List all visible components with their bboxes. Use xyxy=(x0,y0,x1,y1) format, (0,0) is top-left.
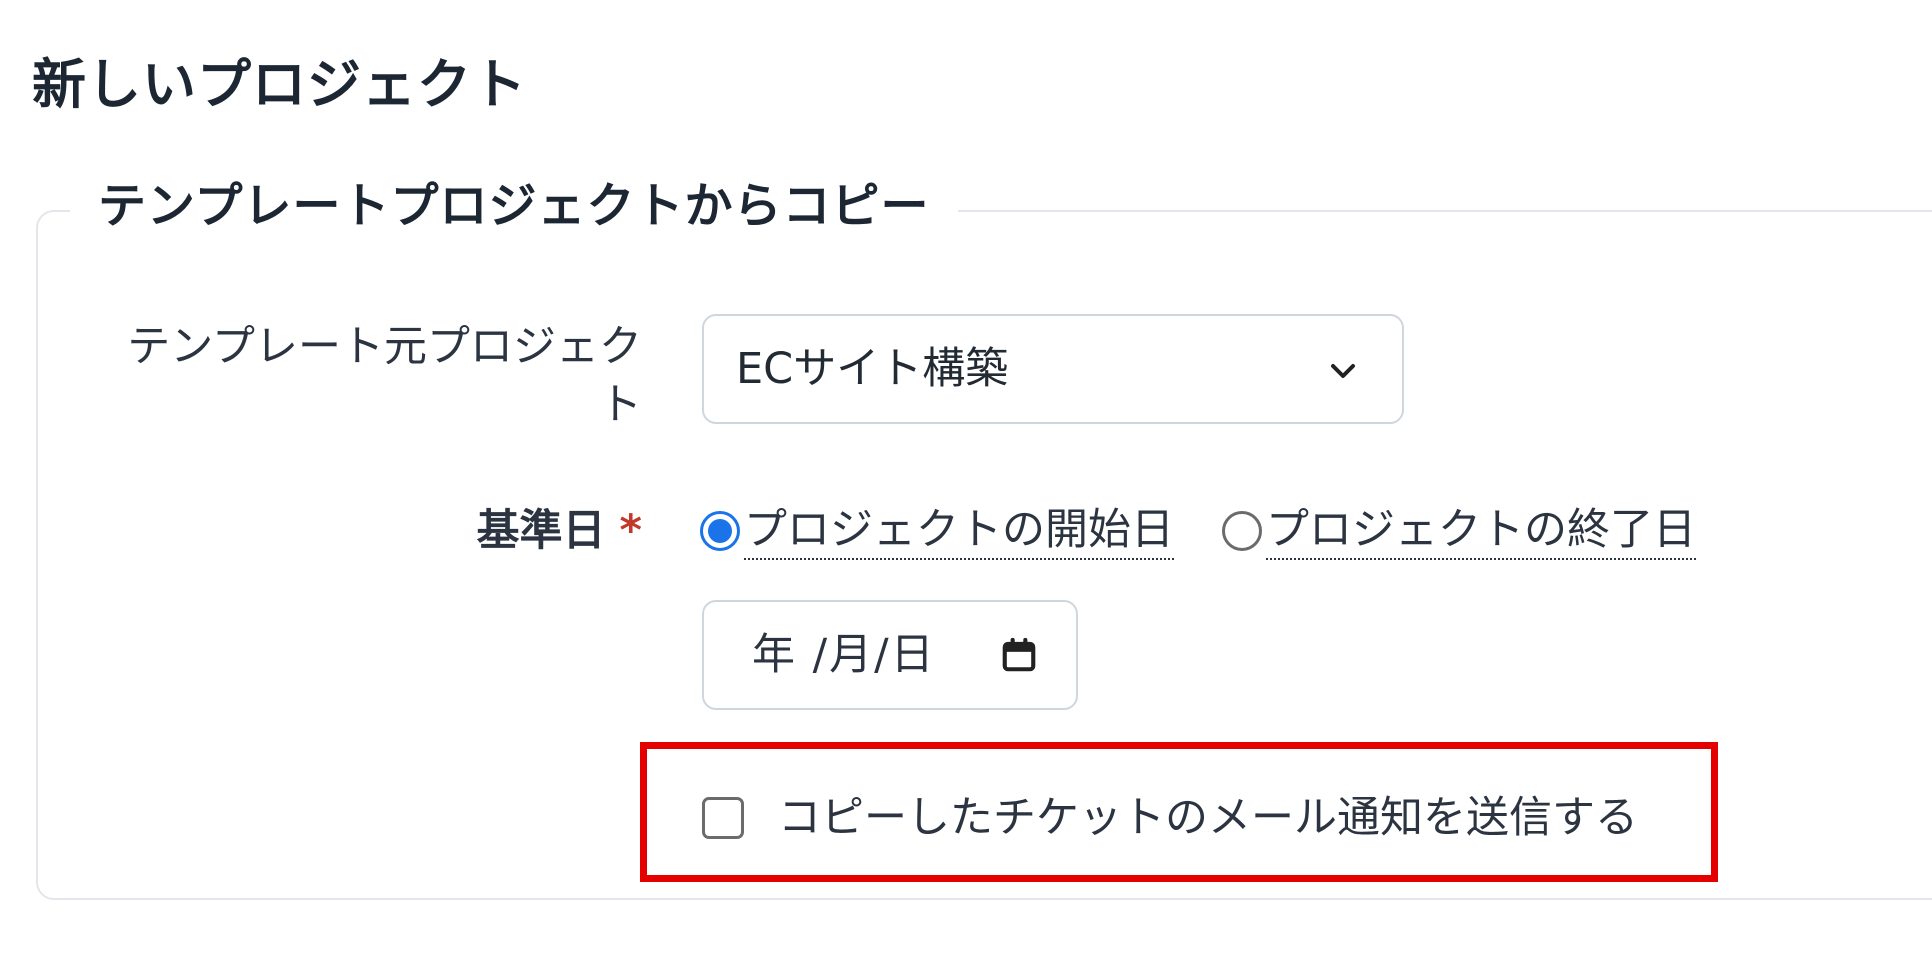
radio-button-start-date[interactable] xyxy=(700,511,740,551)
radio-button-end-date[interactable] xyxy=(1222,511,1262,551)
base-date-label-text: 基準日 xyxy=(476,506,606,556)
base-date-radio-group: プロジェクトの開始日 プロジェクトの終了日 xyxy=(700,502,1696,560)
notify-checkbox[interactable] xyxy=(702,797,744,839)
copy-from-template-legend: テンプレートプロジェクトからコピー xyxy=(70,176,958,236)
template-project-select[interactable]: ECサイト構築 xyxy=(702,314,1404,424)
radio-option-start-date[interactable]: プロジェクトの開始日 xyxy=(700,502,1174,560)
chevron-down-icon xyxy=(1331,364,1355,378)
required-mark: * xyxy=(619,506,643,556)
page-title: 新しいプロジェクト xyxy=(32,53,527,116)
calendar-icon[interactable] xyxy=(1000,636,1038,674)
radio-label-start-date[interactable]: プロジェクトの開始日 xyxy=(744,502,1174,560)
notify-checkbox-row[interactable]: コピーしたチケットのメール通知を送信する xyxy=(702,790,1638,846)
radio-option-end-date[interactable]: プロジェクトの終了日 xyxy=(1222,502,1696,560)
template-project-selected-value: ECサイト構築 xyxy=(736,344,1009,394)
base-date-input[interactable]: 年 /月/日 xyxy=(702,600,1078,710)
radio-label-end-date[interactable]: プロジェクトの終了日 xyxy=(1266,502,1696,560)
date-input-placeholder: 年 /月/日 xyxy=(752,630,936,680)
base-date-label: 基準日 * xyxy=(90,503,643,559)
template-project-label: テンプレート元プロジェクト xyxy=(127,322,642,430)
notify-checkbox-label[interactable]: コピーしたチケットのメール通知を送信する xyxy=(778,790,1638,846)
